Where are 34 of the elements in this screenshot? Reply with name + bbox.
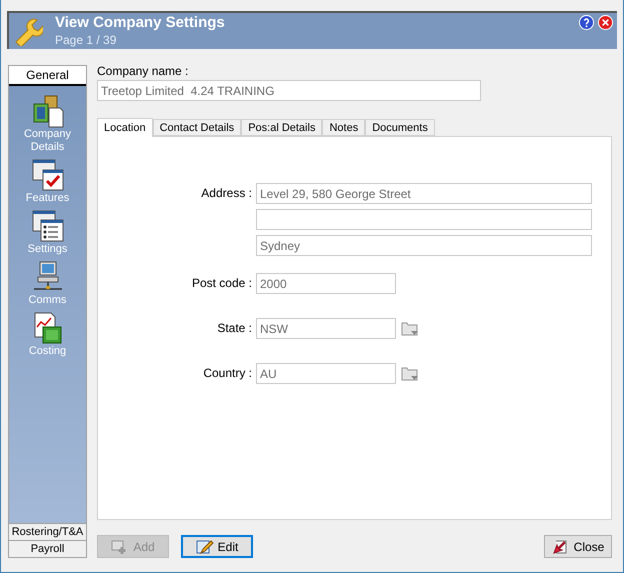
sidebar-section-tab[interactable]: Rostering/T&A <box>9 523 86 540</box>
sidebar-section-tab[interactable]: Payroll <box>9 540 86 557</box>
window-options-icon <box>30 209 64 243</box>
pencil-document-icon <box>196 538 214 554</box>
folder-dropdown-icon[interactable] <box>401 320 419 336</box>
help-icon[interactable] <box>579 14 594 30</box>
text-field[interactable] <box>256 209 592 230</box>
close-button[interactable]: Close <box>544 535 612 558</box>
edit-button[interactable]: Edit <box>181 535 253 558</box>
sidebar-section-tab[interactable]: General <box>9 66 86 86</box>
window-checkmark-icon <box>30 158 64 192</box>
tab[interactable]: Documents <box>365 119 435 136</box>
sidebar-item[interactable]: Company Details <box>12 128 82 154</box>
field-label: Address : <box>200 185 253 202</box>
text-field[interactable]: Level 29, 580 George Street <box>256 183 592 204</box>
tab[interactable]: Pos:al Details <box>241 119 322 136</box>
folder-dropdown-icon[interactable] <box>401 366 419 382</box>
window-title: View Company Settings <box>55 14 225 33</box>
text-field[interactable]: NSW <box>256 318 396 339</box>
field-label: Post code : <box>190 275 253 292</box>
sidebar-item[interactable]: Features <box>12 192 82 205</box>
buildings-icon <box>30 94 64 128</box>
text-field[interactable]: Sydney <box>256 235 592 256</box>
text-field[interactable]: AU <box>256 363 396 384</box>
text-field[interactable]: 2000 <box>256 273 396 294</box>
company-name-field[interactable]: Treetop Limited 4.24 TRAINING <box>97 80 481 101</box>
field-label: Company name : <box>97 64 190 78</box>
tab[interactable]: Location <box>97 118 153 137</box>
tab[interactable]: Contact Details <box>152 119 242 136</box>
field-label: Country : <box>202 365 253 382</box>
close-icon[interactable] <box>598 14 613 30</box>
page-indicator: Page 1 / 39 <box>55 32 118 48</box>
field-label: State : <box>216 320 253 337</box>
tab[interactable]: Notes <box>322 119 366 136</box>
